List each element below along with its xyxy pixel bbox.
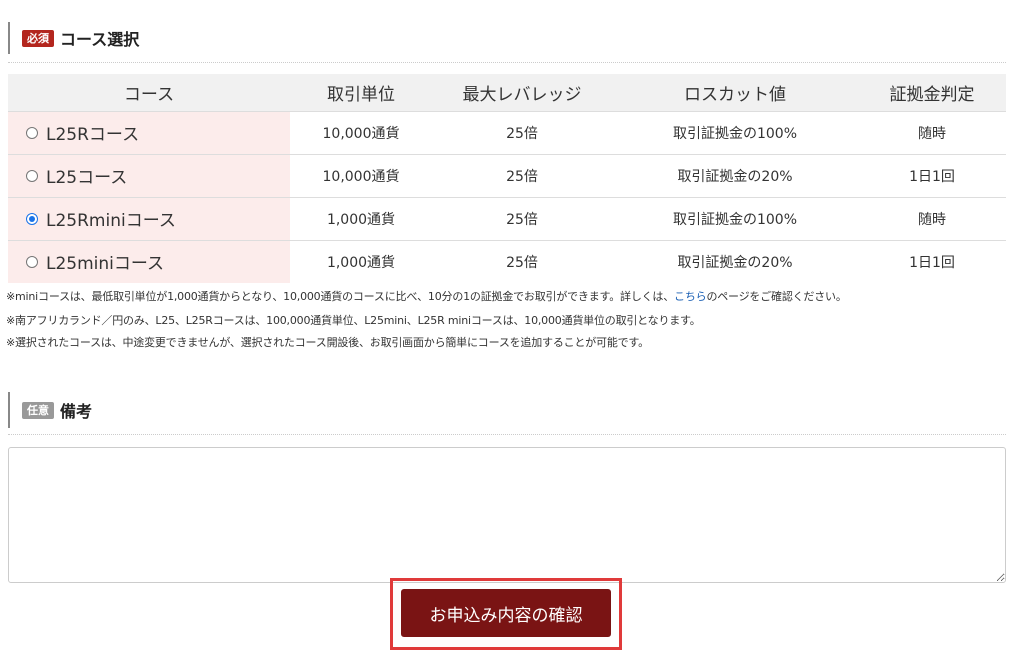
- unit-cell: 1,000通貨: [326, 254, 396, 271]
- header-course: コース: [8, 74, 290, 112]
- course-section-title: コース選択: [60, 30, 140, 49]
- course-option-l25mini[interactable]: L25miniコース: [8, 240, 290, 283]
- losscut-cell: 取引証拠金の100%: [612, 197, 858, 241]
- course-section-header: 必須 コース選択: [8, 22, 1006, 54]
- note-zar-jpy: ※南アフリカランド／円のみ、L25、L25Rコースは、100,000通貨単位、L…: [6, 314, 701, 327]
- course-label: L25miniコース: [46, 254, 165, 275]
- unit-cell: 1,000通貨: [290, 197, 432, 241]
- note-course-change: ※選択されたコースは、中途変更できませんが、選択されたコース開設後、お取引画面か…: [6, 336, 649, 349]
- header-losscut: ロスカット値: [612, 74, 858, 112]
- course-option-l25[interactable]: L25コース: [8, 154, 290, 198]
- unit-cell: 10,000通貨: [290, 111, 432, 155]
- course-section-divider: [8, 62, 1006, 63]
- leverage-cell: 25倍: [432, 111, 612, 155]
- losscut-cell: 取引証拠金の20%: [677, 254, 793, 271]
- unit-cell: 10,000通貨: [290, 154, 432, 198]
- radio-button[interactable]: [26, 256, 38, 269]
- remarks-section-divider: [8, 434, 1006, 435]
- required-badge: 必須: [22, 29, 54, 47]
- losscut-cell: 取引証拠金の100%: [612, 111, 858, 155]
- course-option-l25r[interactable]: L25Rコース: [8, 111, 290, 155]
- radio-button[interactable]: [26, 170, 38, 182]
- margin-check-cell: 1日1回: [858, 154, 1006, 198]
- course-row-l25rmini: L25Rminiコース 1,000通貨 25倍 取引証拠金の100% 随時: [8, 197, 1006, 241]
- margin-check-cell: 随時: [858, 197, 1006, 241]
- course-option-l25rmini[interactable]: L25Rminiコース: [8, 197, 290, 241]
- course-row-l25mini: L25miniコース 1,000通貨 25倍 取引証拠金の20% 1日1回: [8, 240, 1006, 283]
- remarks-section-title: 備考: [60, 402, 93, 421]
- course-label: L25Rコース: [46, 125, 140, 145]
- margin-check-cell: 1日1回: [909, 254, 955, 271]
- margin-check-cell: 随時: [858, 111, 1006, 155]
- radio-button[interactable]: [26, 127, 38, 139]
- course-table-header-row: コース 取引単位 最大レバレッジ ロスカット値 証拠金判定: [8, 74, 1006, 112]
- remarks-textarea[interactable]: [8, 447, 1006, 583]
- losscut-cell: 取引証拠金の20%: [612, 154, 858, 198]
- remarks-section-header: 任意 備考: [8, 392, 1006, 428]
- header-leverage: 最大レバレッジ: [432, 74, 612, 112]
- leverage-cell: 25倍: [506, 254, 538, 271]
- note-text: ※miniコースは、最低取引単位が1,000通貨からとなり、10,000通貨のコ…: [6, 290, 675, 303]
- note-text: のページをご確認ください。: [706, 290, 847, 303]
- radio-button-selected[interactable]: [26, 213, 38, 225]
- header-unit: 取引単位: [290, 74, 432, 112]
- details-link[interactable]: こちら: [674, 290, 707, 303]
- course-label: L25コース: [46, 168, 128, 188]
- optional-badge: 任意: [22, 401, 54, 419]
- leverage-cell: 25倍: [432, 197, 612, 241]
- leverage-cell: 25倍: [432, 154, 612, 198]
- course-label: L25Rminiコース: [46, 211, 176, 231]
- note-mini-course: ※miniコースは、最低取引単位が1,000通貨からとなり、10,000通貨のコ…: [6, 288, 847, 304]
- confirm-application-button[interactable]: お申込み内容の確認: [401, 589, 611, 637]
- course-row-l25: L25コース 10,000通貨 25倍 取引証拠金の20% 1日1回: [8, 154, 1006, 198]
- course-row-l25r: L25Rコース 10,000通貨 25倍 取引証拠金の100% 随時: [8, 111, 1006, 155]
- course-table: コース 取引単位 最大レバレッジ ロスカット値 証拠金判定 L25Rコース 10…: [8, 74, 1006, 283]
- header-margin-check: 証拠金判定: [858, 74, 1006, 112]
